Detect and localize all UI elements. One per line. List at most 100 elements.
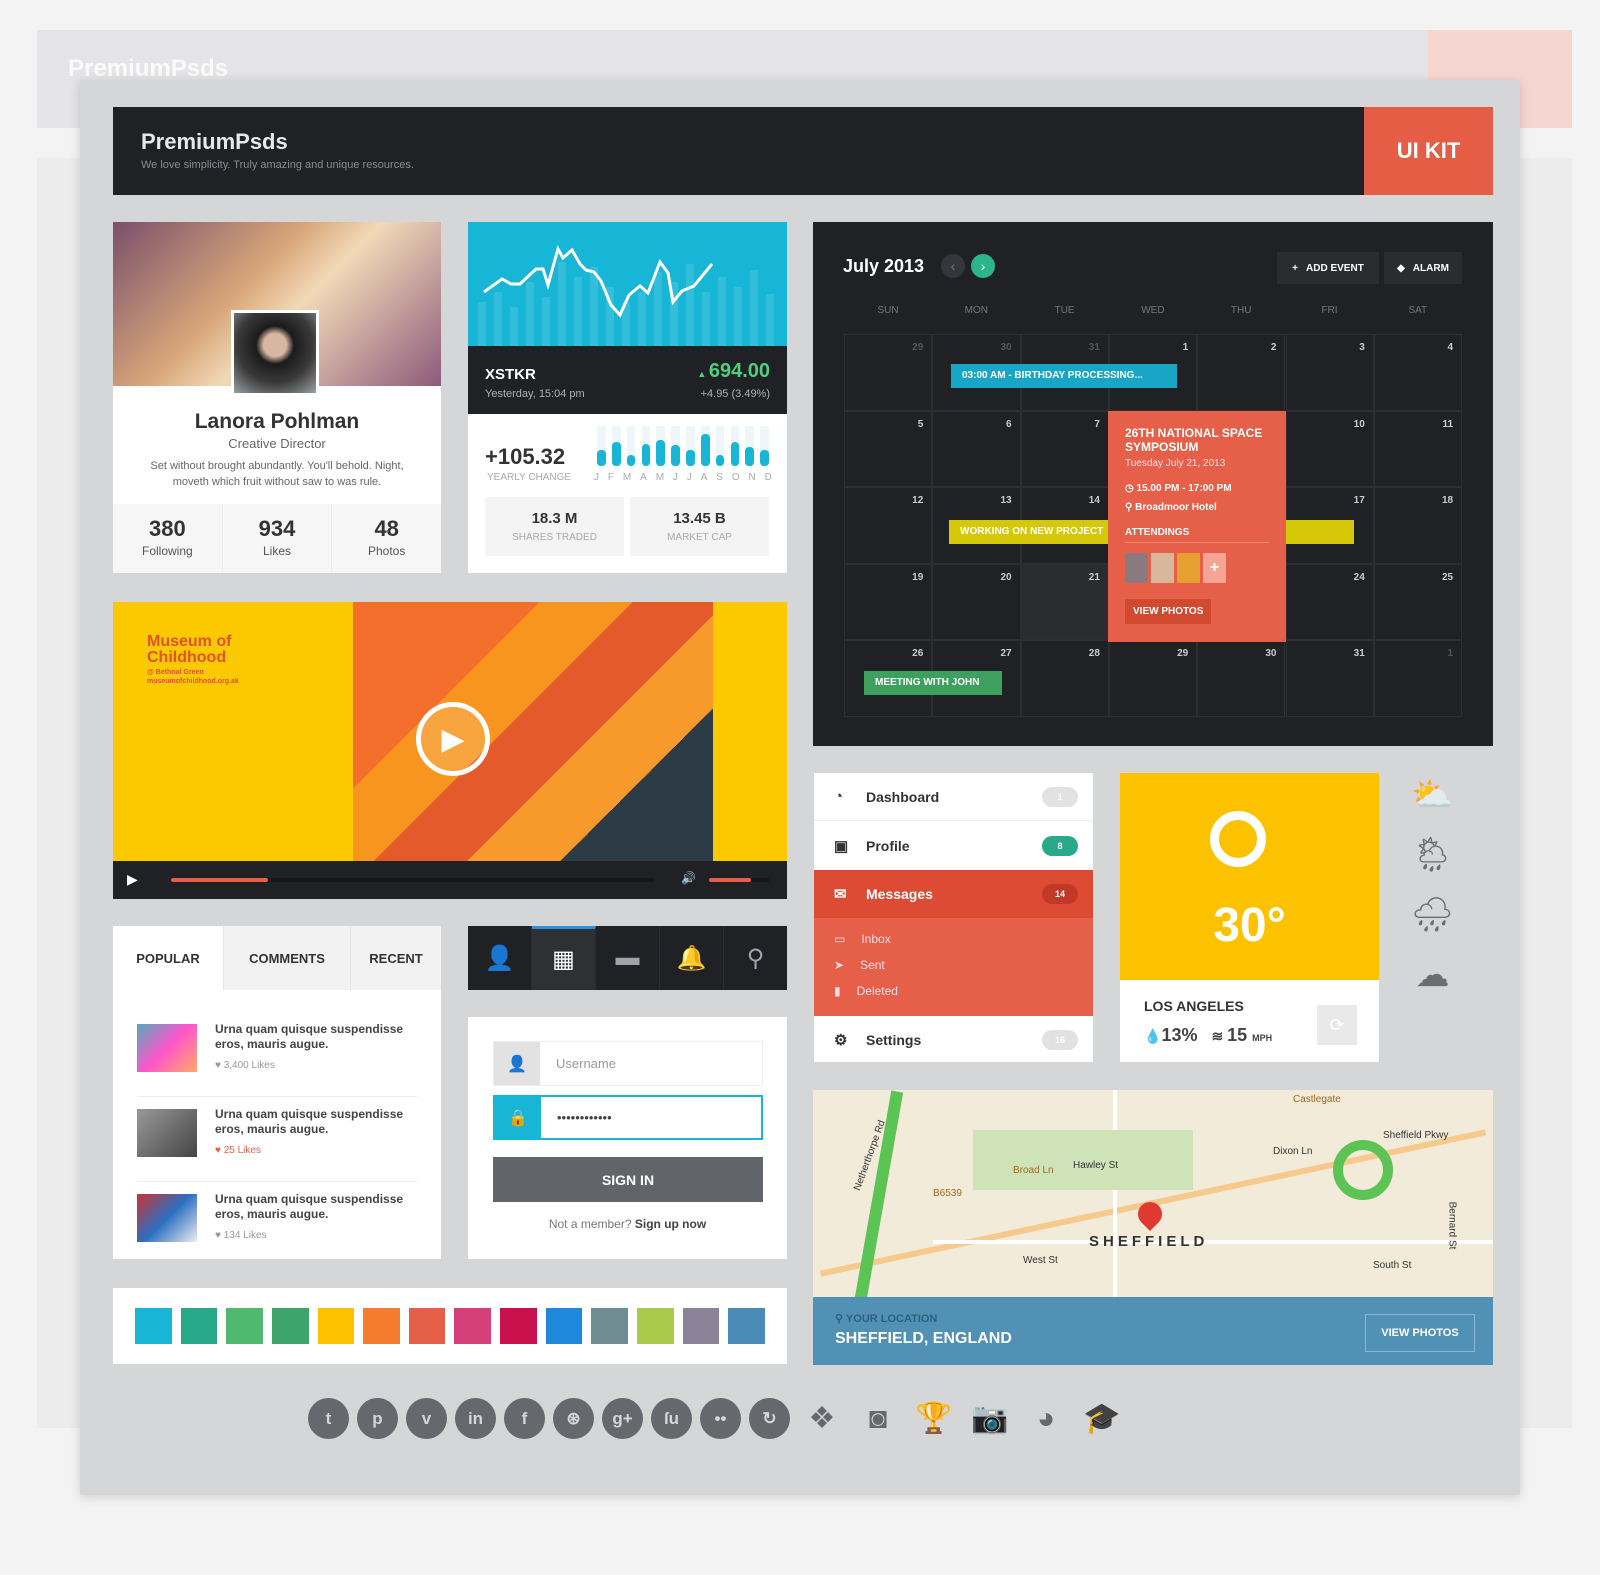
view-photos-button[interactable]: VIEW PHOTOS: [1125, 599, 1212, 624]
volume-icon[interactable]: 🔊: [681, 871, 696, 885]
submenu-sent[interactable]: ➤ Sent: [834, 958, 885, 972]
heart-icon[interactable]: ♥: [215, 1060, 224, 1071]
avatar[interactable]: [231, 310, 319, 396]
calendar-day[interactable]: 24: [1285, 563, 1374, 641]
user-icon[interactable]: 👤: [468, 926, 532, 990]
dribbble-icon[interactable]: ⊛: [553, 1398, 594, 1439]
chat-icon[interactable]: ▬: [596, 926, 660, 990]
calendar-day[interactable]: 12: [844, 487, 933, 564]
street-label: Hawley St: [1073, 1160, 1119, 1171]
color-swatch[interactable]: [637, 1308, 674, 1344]
next-month-button[interactable]: ›: [971, 254, 995, 278]
calendar-day[interactable]: 30: [1197, 640, 1286, 717]
vimeo-icon[interactable]: v: [406, 1398, 447, 1439]
trophy-icon[interactable]: 🏆: [910, 1398, 958, 1439]
color-swatch[interactable]: [728, 1308, 765, 1344]
facebook-icon[interactable]: f: [504, 1398, 545, 1439]
stumbleupon-icon[interactable]: ſu: [651, 1398, 692, 1439]
refresh-button[interactable]: ⟳: [1317, 1005, 1357, 1045]
pie-chart-icon[interactable]: ◕: [1022, 1398, 1070, 1439]
calendar-day[interactable]: 4: [1373, 334, 1463, 411]
attendee-avatar[interactable]: [1125, 553, 1148, 583]
calendar-day[interactable]: 19: [844, 563, 933, 641]
calendar-day[interactable]: 5: [844, 410, 933, 488]
password-field[interactable]: 🔒 ••••••••••••: [493, 1095, 763, 1140]
camera-icon[interactable]: 📷: [966, 1398, 1014, 1439]
volume-slider[interactable]: [709, 878, 769, 882]
color-swatch[interactable]: [180, 1308, 218, 1344]
calendar-day[interactable]: 10: [1285, 410, 1374, 488]
stat-likes[interactable]: 934 Likes: [223, 504, 333, 573]
color-swatch[interactable]: [408, 1308, 446, 1344]
submenu-deleted[interactable]: ▮ Deleted: [834, 984, 898, 998]
tumblr-icon[interactable]: ↻: [749, 1398, 790, 1439]
heart-icon[interactable]: ♥: [215, 1145, 224, 1156]
tab-popular[interactable]: POPULAR: [113, 926, 223, 990]
dropbox-icon[interactable]: ❖: [798, 1398, 846, 1439]
tab-recent[interactable]: RECENT: [350, 926, 441, 990]
stat-following[interactable]: 380 Following: [113, 504, 223, 573]
calendar-day[interactable]: 25: [1373, 563, 1463, 641]
google-plus-icon[interactable]: g+: [602, 1398, 643, 1439]
twitter-icon[interactable]: t: [308, 1398, 349, 1439]
calendar-day[interactable]: 3: [1285, 334, 1374, 411]
color-swatch[interactable]: [271, 1308, 309, 1344]
add-attendee-button[interactable]: +: [1203, 553, 1226, 583]
calendar-day[interactable]: 28: [1020, 640, 1109, 717]
prev-month-button[interactable]: ‹: [941, 254, 965, 278]
color-swatch[interactable]: [454, 1308, 492, 1344]
calendar-day[interactable]: 6: [932, 410, 1021, 488]
calendar-day[interactable]: 21: [1020, 563, 1109, 641]
attendee-avatar[interactable]: [1177, 553, 1200, 583]
sidebar-item-profile[interactable]: ▣ Profile 8: [814, 822, 1093, 870]
color-swatch[interactable]: [226, 1308, 263, 1344]
calendar-day[interactable]: 11: [1373, 410, 1463, 488]
submenu-inbox[interactable]: ▭ Inbox: [834, 932, 891, 946]
play-overlay-button[interactable]: ▶: [416, 702, 490, 776]
calendar-icon[interactable]: ▦: [532, 926, 596, 990]
color-swatch[interactable]: [682, 1308, 720, 1344]
calendar-day[interactable]: 18: [1373, 487, 1463, 564]
calendar-day[interactable]: 31: [1285, 640, 1374, 717]
flickr-icon[interactable]: ••: [700, 1398, 741, 1439]
list-item[interactable]: Urna quam quisque suspendisse eros, maur…: [137, 1097, 417, 1182]
search-icon[interactable]: ⚲: [724, 926, 787, 990]
linkedin-icon[interactable]: in: [455, 1398, 496, 1439]
sidebar-item-dashboard[interactable]: ◔ Dashboard 1: [814, 773, 1093, 821]
attendee-avatar[interactable]: [1151, 553, 1174, 583]
calendar-day[interactable]: 20: [932, 563, 1021, 641]
color-swatch[interactable]: [591, 1308, 629, 1344]
heart-icon[interactable]: ♥: [215, 1230, 224, 1241]
username-field[interactable]: 👤 Username: [493, 1041, 763, 1086]
color-swatch[interactable]: [363, 1308, 400, 1344]
calendar-day[interactable]: 2: [1197, 334, 1286, 411]
sidebar-item-settings[interactable]: ⚙ Settings 16: [814, 1016, 1093, 1064]
stat-photos[interactable]: 48 Photos: [332, 504, 441, 573]
add-event-button[interactable]: + ADD EVENT: [1277, 252, 1379, 284]
play-icon[interactable]: ▶: [127, 871, 138, 888]
graduation-cap-icon[interactable]: 🎓: [1078, 1398, 1126, 1439]
bell-icon[interactable]: 🔔: [660, 926, 724, 990]
map-widget[interactable]: Broad Ln B6539 Castlegate Sheffield Pkwy…: [813, 1090, 1493, 1365]
list-item[interactable]: Urna quam quisque suspendisse eros, maur…: [137, 1182, 417, 1267]
sign-in-button[interactable]: SIGN IN: [493, 1157, 763, 1202]
list-item[interactable]: Urna quam quisque suspendisse eros, maur…: [137, 1012, 417, 1097]
calendar-day[interactable]: 29: [844, 334, 933, 411]
event-meeting[interactable]: MEETING WITH JOHN: [864, 671, 1002, 695]
sidebar-item-messages[interactable]: ✉ Messages 14: [814, 870, 1093, 918]
event-birthday[interactable]: 03:00 AM - BIRTHDAY PROCESSING...: [951, 364, 1177, 388]
map-view-photos-button[interactable]: VIEW PHOTOS: [1365, 1314, 1475, 1352]
color-swatch[interactable]: [317, 1308, 355, 1344]
calendar-day[interactable]: 1: [1373, 640, 1463, 717]
progress-bar[interactable]: [171, 878, 655, 882]
calendar-day[interactable]: 7: [1020, 410, 1109, 488]
sign-up-link[interactable]: Sign up now: [635, 1217, 706, 1231]
color-swatch[interactable]: [135, 1308, 172, 1344]
alarm-button[interactable]: ◆ ALARM: [1384, 252, 1462, 284]
color-swatch[interactable]: [545, 1308, 583, 1344]
pinterest-icon[interactable]: p: [357, 1398, 398, 1439]
tab-comments[interactable]: COMMENTS: [223, 926, 350, 990]
color-swatch[interactable]: [500, 1308, 537, 1344]
instagram-icon[interactable]: ◙: [854, 1398, 902, 1439]
calendar-day[interactable]: 29: [1108, 640, 1198, 717]
